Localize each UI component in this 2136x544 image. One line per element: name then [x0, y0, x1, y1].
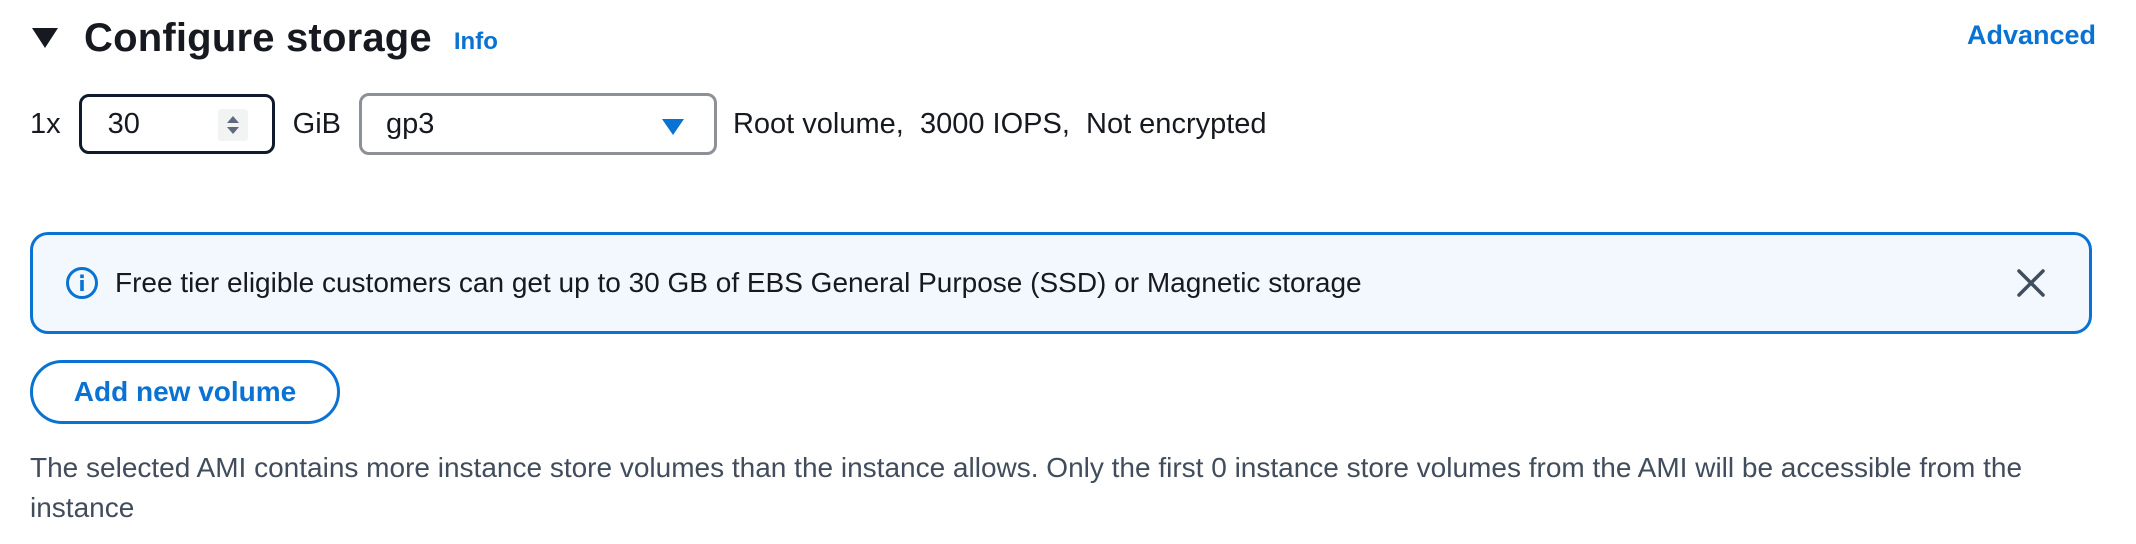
configure-storage-panel: Configure storage Info Advanced 1x GiB g… — [0, 0, 2136, 544]
advanced-link[interactable]: Advanced — [1967, 20, 2096, 51]
volume-type-select[interactable]: gp3 — [358, 93, 717, 155]
caret-down-icon — [32, 28, 58, 48]
alert-message: Free tier eligible customers can get up … — [115, 267, 1362, 298]
volume-type-value: gp3 — [385, 107, 435, 140]
section-title: Configure storage — [84, 15, 432, 60]
close-icon[interactable] — [2013, 265, 2049, 301]
size-stepper[interactable] — [217, 109, 248, 141]
collapse-toggle[interactable] — [30, 23, 60, 53]
stepper-down-icon[interactable] — [226, 127, 239, 134]
stepper-up-icon[interactable] — [226, 116, 239, 123]
volume-size-field[interactable] — [78, 94, 275, 154]
volume-unit: GiB — [292, 107, 341, 140]
dropdown-caret-icon — [661, 119, 684, 135]
volume-size-input[interactable] — [105, 106, 210, 142]
free-tier-alert: Free tier eligible customers can get up … — [30, 232, 2092, 334]
info-icon — [66, 267, 98, 299]
add-new-volume-button[interactable]: Add new volume — [30, 360, 340, 424]
volume-multiplier: 1x — [30, 107, 61, 140]
section-header: Configure storage Info Advanced — [30, 8, 2096, 68]
instance-store-note: The selected AMI contains more instance … — [30, 452, 2023, 523]
volume-row: 1x GiB gp3 Root volume, 3000 IOPS, Not e… — [30, 92, 1267, 156]
volume-description: Root volume, 3000 IOPS, Not encrypted — [732, 107, 1267, 140]
info-link[interactable]: Info — [454, 28, 498, 56]
